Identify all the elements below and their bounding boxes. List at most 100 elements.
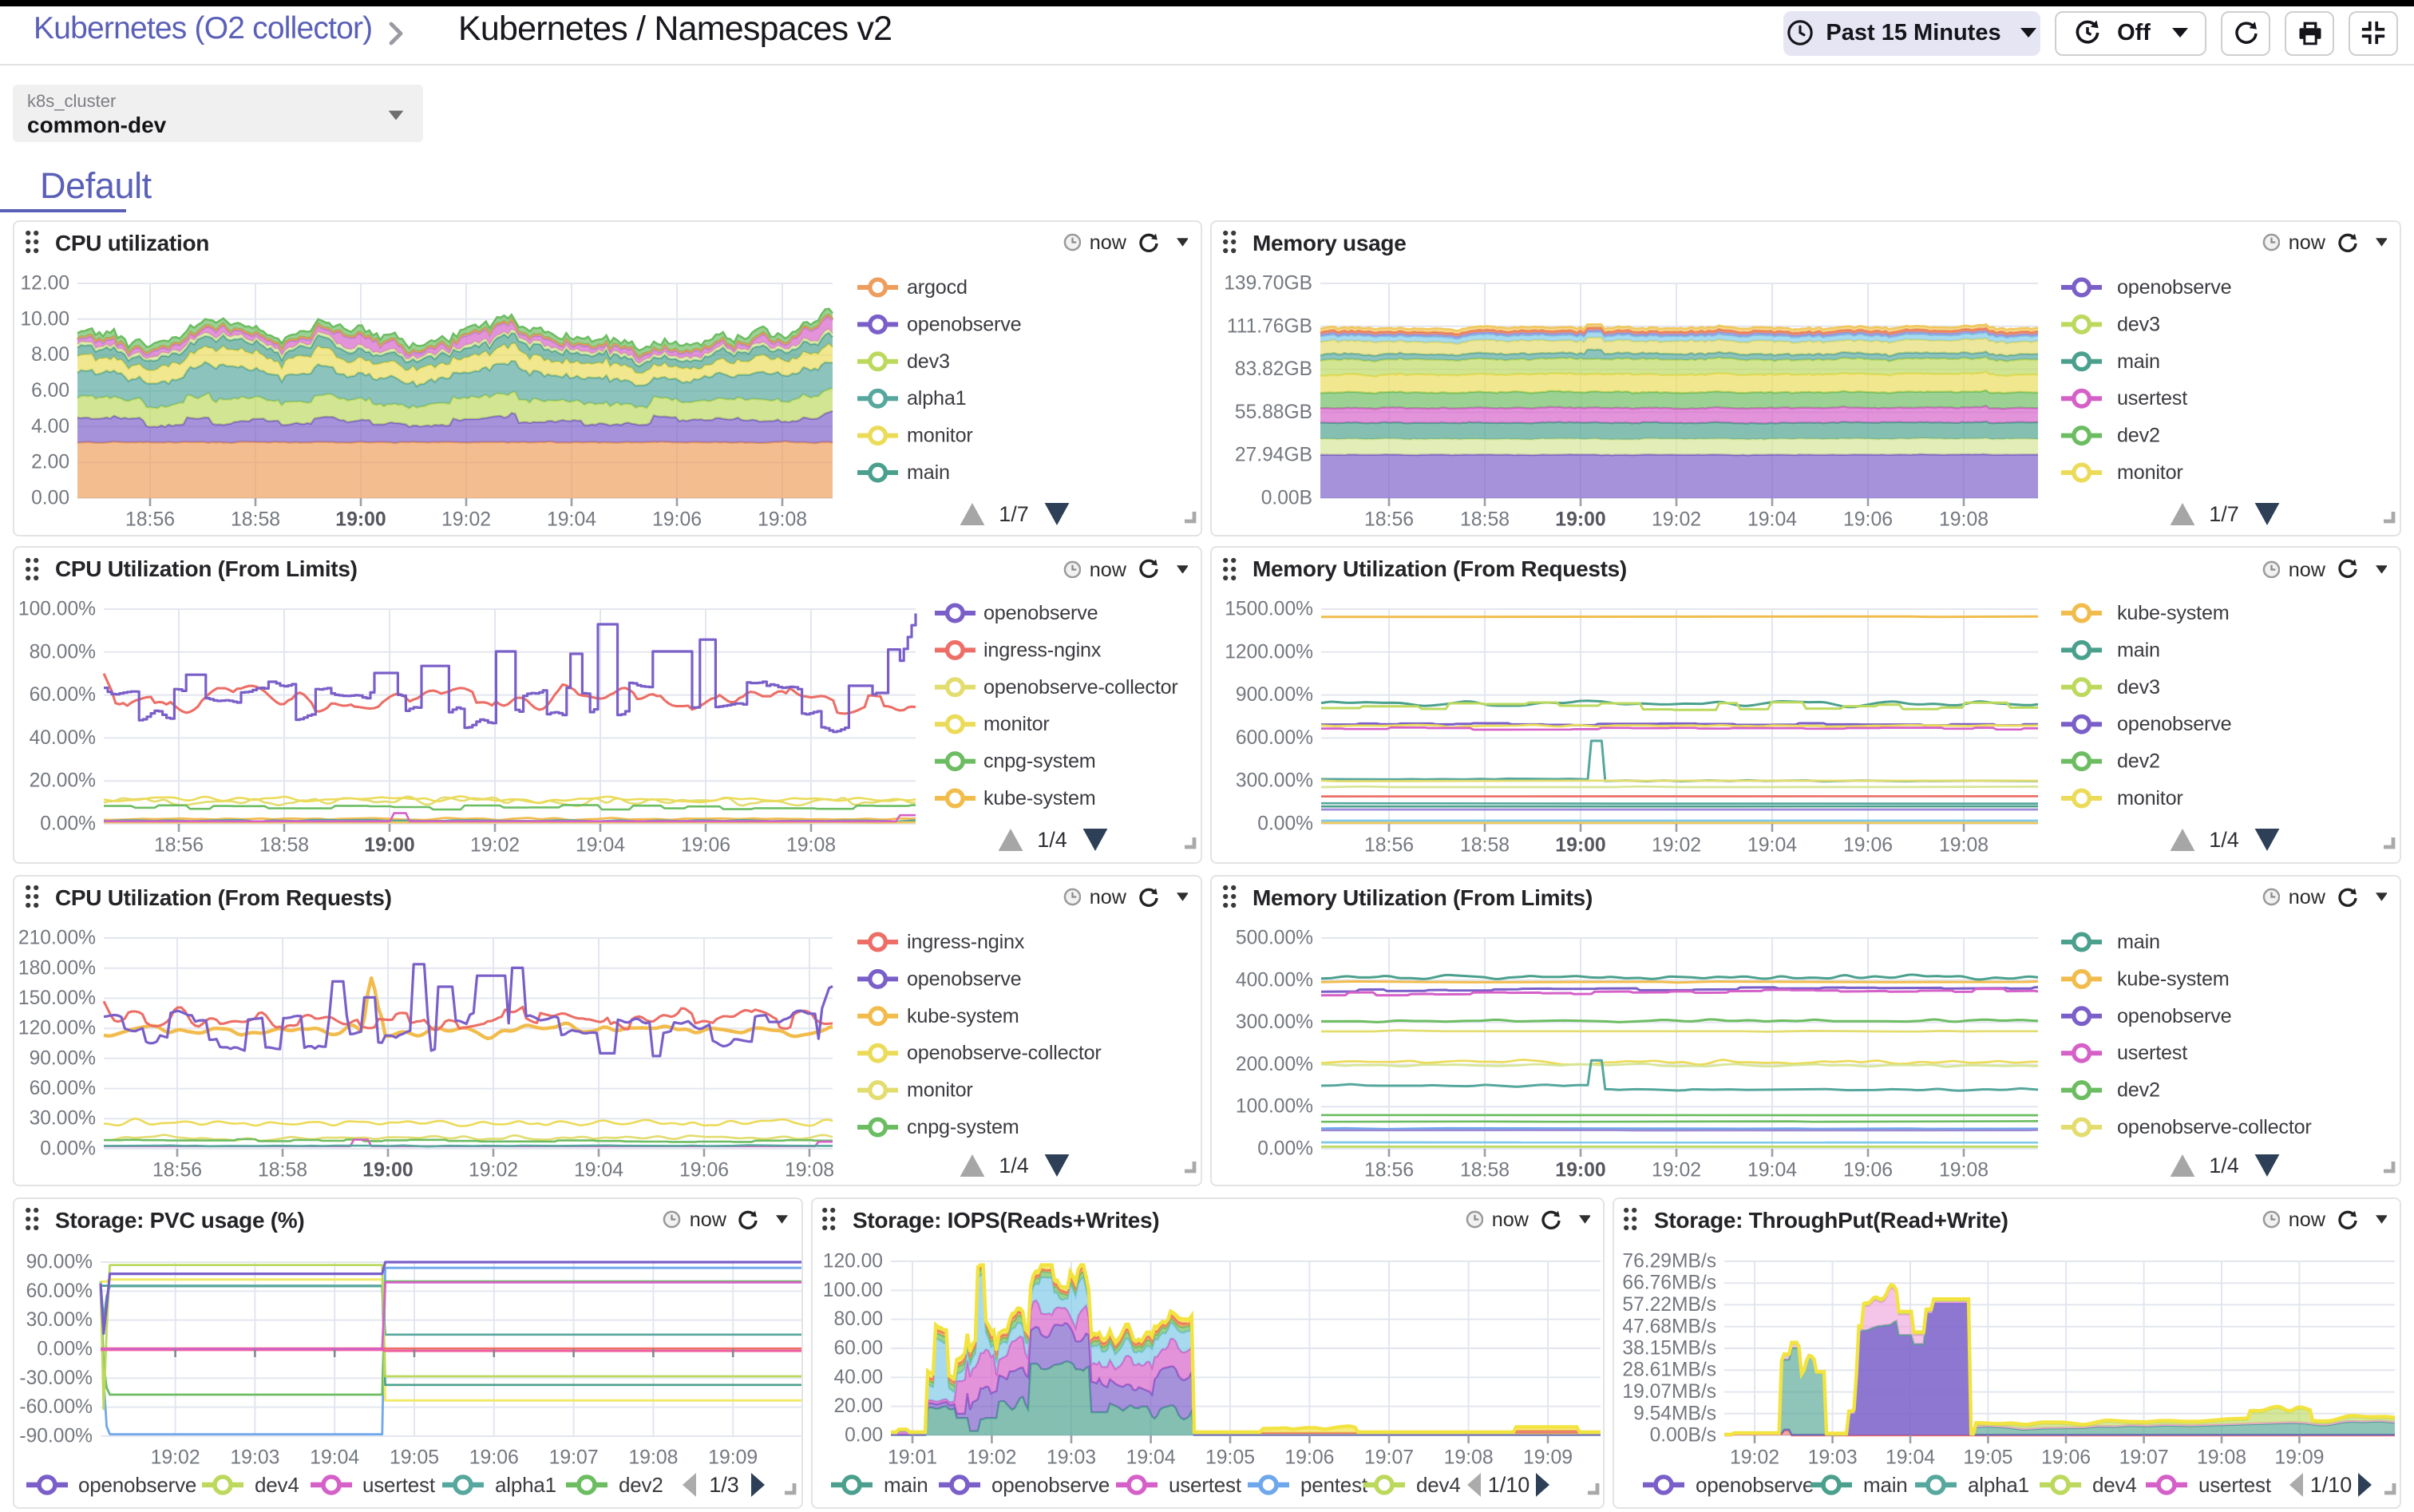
svg-text:19:06: 19:06 [2040,1447,2090,1468]
svg-text:1/4: 1/4 [2209,1153,2239,1177]
svg-text:0.00%: 0.00% [1257,1138,1313,1159]
svg-text:19:07: 19:07 [1363,1447,1413,1468]
svg-text:19:08: 19:08 [758,509,807,530]
svg-text:19:08: 19:08 [1443,1447,1493,1468]
svg-text:19:04: 19:04 [1747,835,1797,857]
svg-text:10.00: 10.00 [20,307,69,329]
svg-text:dev2: dev2 [619,1472,663,1496]
svg-text:19:00: 19:00 [1555,509,1605,530]
svg-text:dev2: dev2 [2117,750,2160,773]
svg-text:openobserve: openobserve [1695,1472,1813,1496]
svg-text:28.61MB/s: 28.61MB/s [1621,1359,1716,1380]
svg-text:60.00: 60.00 [833,1337,882,1359]
svg-text:0.00%: 0.00% [40,813,96,835]
svg-text:57.22MB/s: 57.22MB/s [1621,1293,1716,1315]
svg-text:main: main [883,1472,928,1496]
svg-text:100.00: 100.00 [822,1279,882,1300]
svg-text:19:05: 19:05 [1205,1447,1254,1468]
svg-text:40.00: 40.00 [833,1366,882,1387]
svg-text:19:06: 19:06 [1843,509,1893,530]
svg-text:19:08: 19:08 [1939,835,1989,857]
svg-text:19:08: 19:08 [1939,509,1989,530]
svg-text:openobserve: openobserve [2117,1004,2231,1027]
svg-text:19:00: 19:00 [335,509,386,530]
svg-text:19:06: 19:06 [469,1447,519,1468]
svg-text:openobserve-collector: openobserve-collector [983,676,1178,699]
svg-text:19:06: 19:06 [1843,1159,1893,1181]
svg-text:kube-system: kube-system [907,1004,1019,1027]
svg-text:19:02: 19:02 [470,835,520,857]
svg-text:100.00%: 100.00% [18,599,96,620]
svg-text:dev3: dev3 [907,350,950,372]
svg-text:18:56: 18:56 [1364,1159,1414,1181]
svg-text:210.00%: 210.00% [18,927,96,948]
svg-text:19:02: 19:02 [1729,1447,1779,1468]
svg-text:19:08: 19:08 [2196,1447,2246,1468]
svg-text:-90.00%: -90.00% [19,1425,93,1447]
svg-text:60.00%: 60.00% [30,684,96,706]
svg-text:19:08: 19:08 [786,835,836,857]
svg-text:19:04: 19:04 [1747,509,1797,530]
svg-text:18:56: 18:56 [1364,835,1414,857]
svg-text:19:07: 19:07 [549,1447,599,1468]
svg-text:6.00: 6.00 [31,379,69,401]
svg-text:19:00: 19:00 [1555,1159,1605,1181]
svg-text:12.00: 12.00 [20,272,69,294]
svg-text:27.94GB: 27.94GB [1235,444,1312,465]
svg-text:19:02: 19:02 [1652,1159,1701,1181]
svg-text:19:04: 19:04 [1885,1447,1934,1468]
svg-text:main: main [1862,1472,1907,1496]
svg-text:80.00: 80.00 [833,1308,882,1329]
svg-text:monitor: monitor [2117,787,2183,809]
svg-text:argocd: argocd [907,275,968,298]
svg-text:500.00%: 500.00% [1236,927,1313,948]
svg-text:30.00%: 30.00% [26,1308,93,1330]
svg-text:19:04: 19:04 [576,835,625,857]
svg-text:openobserve: openobserve [2117,275,2231,298]
svg-text:19:04: 19:04 [574,1159,623,1181]
svg-text:40.00%: 40.00% [30,727,96,749]
svg-text:300.00%: 300.00% [1236,1011,1313,1032]
svg-text:1/4: 1/4 [999,1153,1029,1177]
svg-text:0.00: 0.00 [31,487,69,509]
svg-text:19.07MB/s: 19.07MB/s [1621,1380,1716,1402]
svg-text:1/10: 1/10 [2309,1472,2352,1496]
svg-text:19:05: 19:05 [1962,1447,2012,1468]
svg-text:main: main [907,461,950,483]
svg-text:19:09: 19:09 [708,1447,758,1468]
svg-text:1500.00%: 1500.00% [1225,599,1313,620]
svg-text:openobserve: openobserve [907,967,1021,989]
svg-text:18:58: 18:58 [259,835,309,857]
svg-text:19:00: 19:00 [364,835,414,857]
svg-text:0.00B/s: 0.00B/s [1649,1424,1716,1446]
svg-text:usertest: usertest [1168,1472,1241,1496]
svg-text:usertest: usertest [2198,1472,2271,1496]
svg-text:18:58: 18:58 [1460,835,1510,857]
svg-text:main: main [2117,639,2160,661]
svg-text:18:56: 18:56 [125,509,175,530]
svg-text:usertest: usertest [2117,1041,2187,1063]
svg-text:ingress-nginx: ingress-nginx [983,639,1102,661]
svg-text:0.00%: 0.00% [40,1138,96,1159]
svg-text:200.00%: 200.00% [1236,1053,1313,1075]
svg-text:openobserve: openobserve [907,312,1021,334]
svg-text:111.76GB: 111.76GB [1227,315,1312,336]
svg-text:19:02: 19:02 [151,1447,200,1468]
svg-text:alpha1: alpha1 [907,386,966,409]
svg-text:38.15MB/s: 38.15MB/s [1621,1337,1716,1359]
svg-text:monitor: monitor [907,1079,973,1101]
svg-text:19:02: 19:02 [469,1159,518,1181]
svg-text:0.00%: 0.00% [37,1338,93,1360]
svg-text:main: main [2117,350,2160,372]
svg-text:18:58: 18:58 [1460,509,1510,530]
svg-text:monitor: monitor [907,424,973,446]
svg-text:0.00: 0.00 [844,1424,882,1446]
svg-text:19:08: 19:08 [785,1159,834,1181]
svg-text:19:08: 19:08 [628,1447,678,1468]
svg-text:19:08: 19:08 [1939,1159,1989,1181]
svg-text:main: main [2117,930,2160,952]
svg-text:1/4: 1/4 [1037,828,1067,852]
svg-text:0.00%: 0.00% [1257,813,1313,835]
svg-text:dev4: dev4 [255,1472,299,1496]
svg-text:2.00: 2.00 [31,451,69,473]
